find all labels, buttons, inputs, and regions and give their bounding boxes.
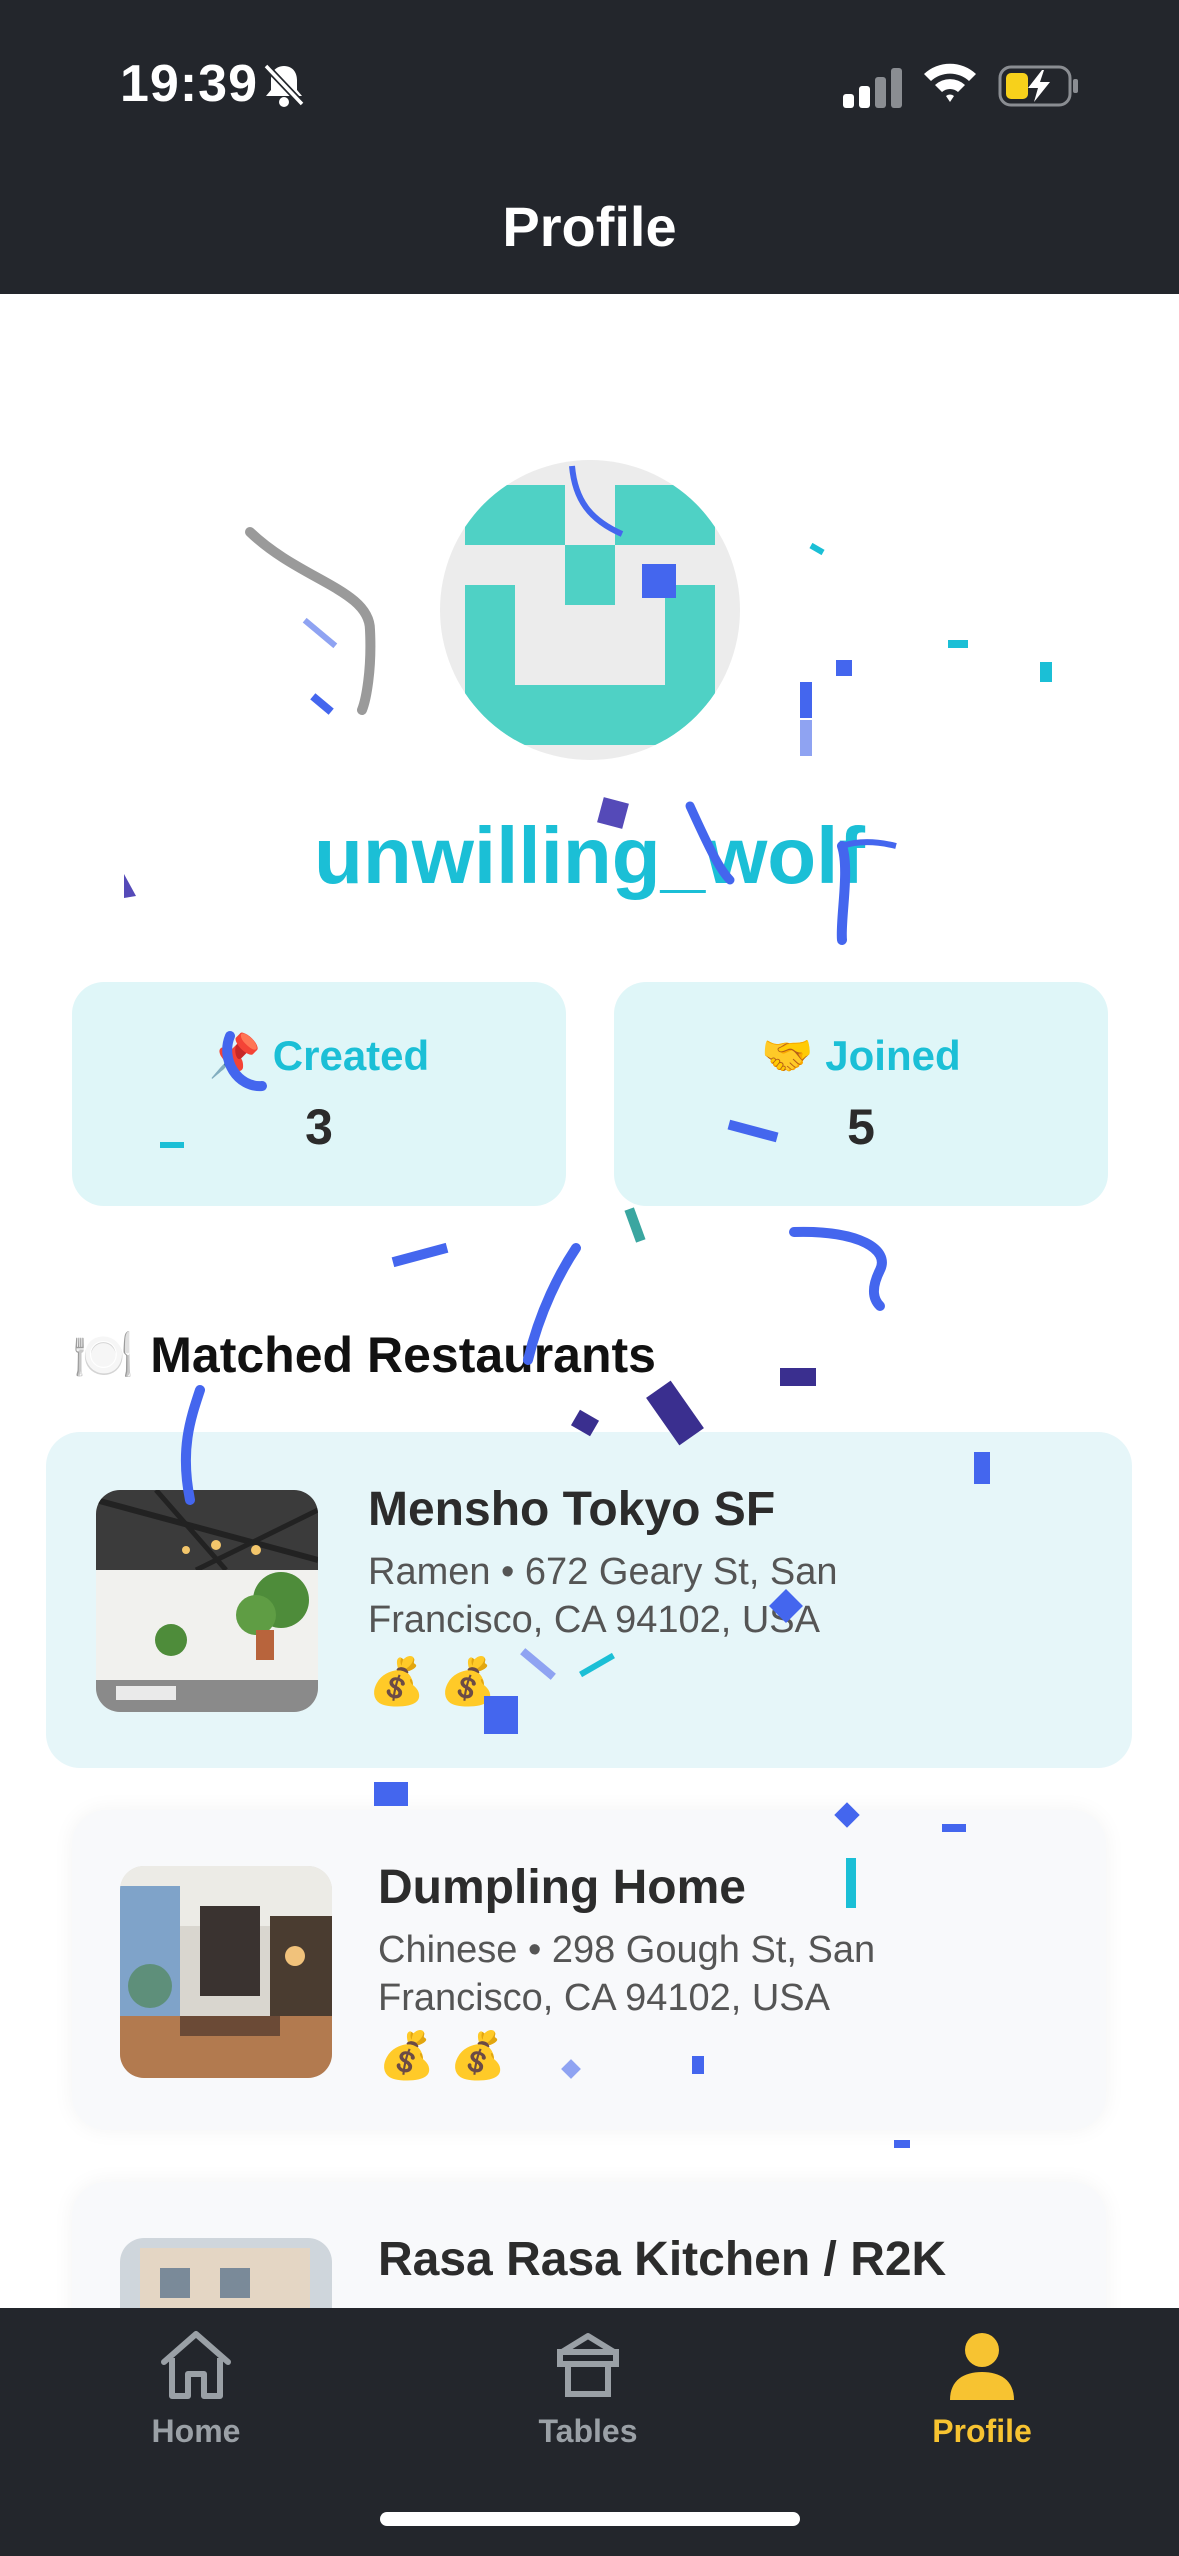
page-title: Profile xyxy=(502,194,677,258)
joined-count: 5 xyxy=(847,1099,875,1155)
cellular-signal-icon xyxy=(843,68,905,113)
tab-home[interactable]: Home xyxy=(96,2328,296,2450)
tab-profile[interactable]: Profile xyxy=(882,2328,1082,2450)
tab-profile-label: Profile xyxy=(932,2413,1032,2449)
tables-icon xyxy=(548,2333,628,2406)
battery-charging-icon xyxy=(998,64,1080,113)
price-level: 💰💰 xyxy=(368,1655,511,1707)
created-stat-card[interactable]: 📌 Created 3 xyxy=(72,982,566,1206)
joined-label: 🤝 Joined xyxy=(761,1032,961,1079)
created-label: 📌 Created xyxy=(208,1032,430,1079)
status-bar: 19:39 xyxy=(0,0,1179,170)
restaurant-photo xyxy=(120,1866,332,2078)
tab-tables-label: Tables xyxy=(538,2413,638,2449)
username: unwilling_wolf xyxy=(313,811,866,900)
restaurant-name: Rasa Rasa Kitchen / R2K xyxy=(378,2233,947,2286)
home-indicator xyxy=(380,2512,800,2526)
bell-slash-icon xyxy=(262,62,306,113)
home-icon xyxy=(156,2331,236,2406)
person-icon xyxy=(942,2333,1022,2406)
tab-home-label: Home xyxy=(151,2413,241,2449)
restaurant-photo xyxy=(96,1490,318,1712)
plate-icon: 🍽️ xyxy=(72,1327,135,1383)
restaurant-details: Chinese • 298 Gough St, San Francisco, C… xyxy=(378,1929,876,2019)
restaurant-name: Mensho Tokyo SF xyxy=(368,1483,776,1536)
restaurant-details: Ramen • 672 Geary St, San Francisco, CA … xyxy=(368,1551,838,1641)
tab-tables[interactable]: Tables xyxy=(488,2328,688,2450)
restaurant-name: Dumpling Home xyxy=(378,1861,746,1914)
handshake-icon: 🤝 xyxy=(761,1032,814,1079)
avatar xyxy=(440,460,740,760)
status-time: 19:39 xyxy=(120,55,258,113)
pushpin-icon: 📌 xyxy=(208,1032,262,1079)
header: Profile xyxy=(0,170,1179,294)
restaurant-card[interactable]: Mensho Tokyo SF Ramen • 672 Geary St, Sa… xyxy=(46,1432,1132,1768)
created-count: 3 xyxy=(305,1099,333,1155)
matched-restaurants-heading: 🍽️ Matched Restaurants xyxy=(72,1327,656,1383)
price-level: 💰💰 xyxy=(378,2029,521,2081)
joined-stat-card[interactable]: 🤝 Joined 5 xyxy=(614,982,1108,1206)
wifi-icon xyxy=(922,60,978,109)
restaurant-card[interactable]: Dumpling Home Chinese • 298 Gough St, Sa… xyxy=(72,1810,1106,2130)
